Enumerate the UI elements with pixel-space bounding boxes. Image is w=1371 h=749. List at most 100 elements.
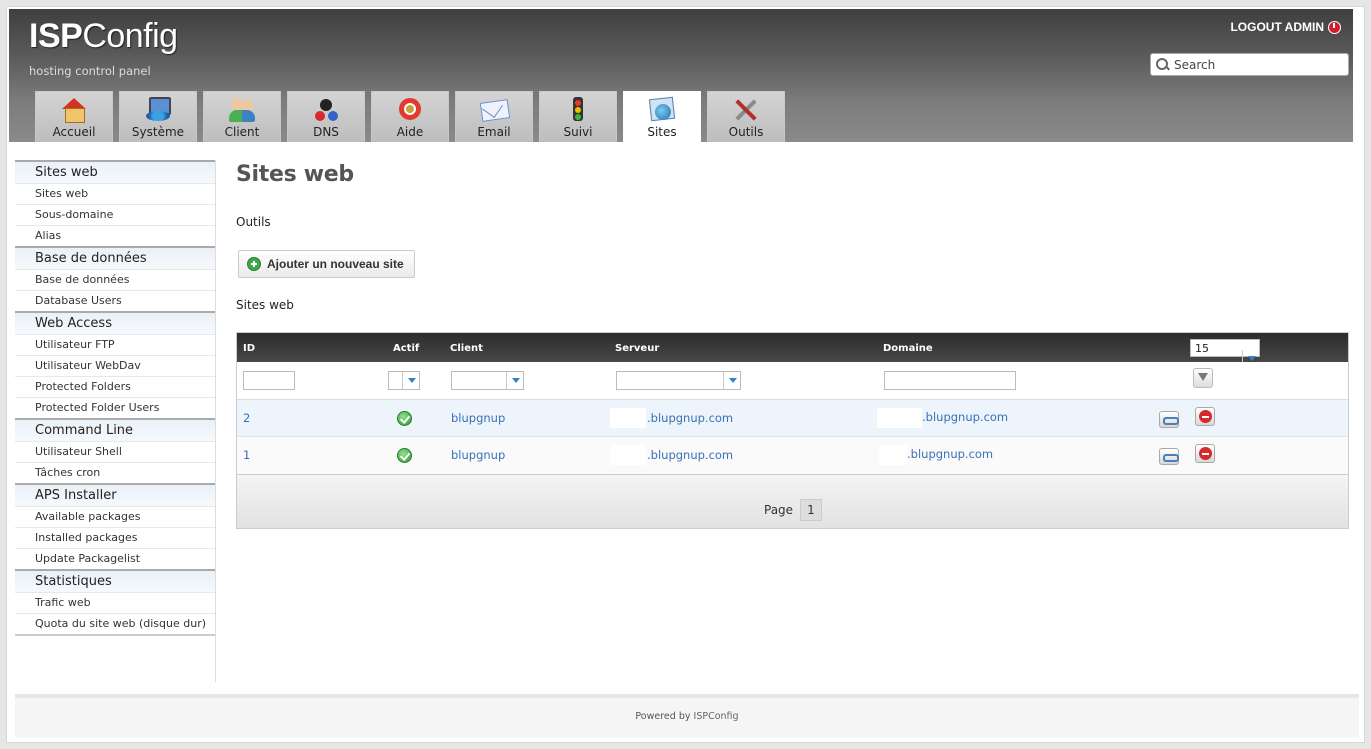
tab-label: Aide: [396, 125, 424, 139]
page-title: Sites web: [236, 162, 354, 187]
tab-systeme[interactable]: Système: [119, 91, 197, 142]
sidebar-item-utilisateur-webdav[interactable]: Utilisateur WebDav: [15, 355, 215, 376]
plus-icon: [247, 257, 261, 271]
sidebar-item-taches-cron[interactable]: Tâches cron: [15, 462, 215, 483]
help-icon: [395, 97, 425, 123]
row-domain[interactable]: .blupgnup.com: [922, 410, 1008, 424]
dns-icon: [311, 97, 341, 123]
tab-client[interactable]: Client: [203, 91, 281, 142]
logo: ISPConfig: [29, 17, 178, 55]
logout-label: LOGOUT ADMIN: [1230, 20, 1324, 34]
sidebar-item-quota[interactable]: Quota du site web (disque dur): [15, 613, 215, 634]
footer-link[interactable]: ISPConfig: [694, 711, 739, 722]
tab-outils[interactable]: Outils: [707, 91, 785, 142]
email-icon: [479, 97, 509, 123]
search-input[interactable]: [1174, 57, 1344, 72]
sidebar-item-available-packages[interactable]: Available packages: [15, 506, 215, 527]
sidebar-section-statistiques: Statistiques: [15, 569, 215, 592]
column-active[interactable]: Actif: [393, 343, 419, 354]
tab-accueil[interactable]: Accueil: [35, 91, 113, 142]
sidebar-item-sous-domaine[interactable]: Sous-domaine: [15, 204, 215, 225]
sidebar: Sites web Sites web Sous-domaine Alias B…: [15, 160, 216, 682]
power-icon: [1328, 20, 1341, 34]
tab-dns[interactable]: DNS: [287, 91, 365, 142]
redacted-block: [610, 445, 646, 465]
search-icon: [1155, 57, 1171, 73]
column-domain[interactable]: Domaine: [883, 343, 933, 354]
page-number-button[interactable]: 1: [800, 499, 822, 521]
page-label: Page: [764, 503, 794, 517]
redacted-block: [877, 408, 922, 428]
sidebar-item-sites-web[interactable]: Sites web: [15, 183, 215, 204]
client-icon: [227, 97, 257, 123]
sites-table: ID Actif Client Serveur Domaine 15 2 blu…: [236, 332, 1349, 529]
redacted-block: [610, 408, 646, 428]
tab-sites[interactable]: Sites: [623, 91, 701, 142]
logout-link[interactable]: LOGOUT ADMIN: [1230, 20, 1341, 34]
delete-icon[interactable]: [1195, 407, 1215, 426]
row-server[interactable]: .blupgnup.com: [647, 411, 733, 425]
table-header: ID Actif Client Serveur Domaine 15: [237, 333, 1348, 366]
tab-suivi[interactable]: Suivi: [539, 91, 617, 142]
tab-label: Email: [477, 125, 511, 139]
table-row[interactable]: 1 blupgnup .blupgnup.com .blupgnup.com: [237, 437, 1348, 474]
column-id[interactable]: ID: [243, 343, 255, 354]
domain-filter-input[interactable]: [884, 371, 1016, 390]
chevron-down-icon: [506, 372, 523, 389]
tools-icon: [731, 97, 761, 123]
sidebar-section-command-line: Command Line: [15, 418, 215, 441]
sidebar-item-utilisateur-shell[interactable]: Utilisateur Shell: [15, 441, 215, 462]
sidebar-item-utilisateur-ftp[interactable]: Utilisateur FTP: [15, 334, 215, 355]
chevron-down-icon: [402, 372, 419, 389]
id-filter-input[interactable]: [243, 371, 295, 390]
active-check-icon: [397, 448, 412, 463]
active-filter-select[interactable]: [388, 371, 420, 390]
server-filter-select[interactable]: [616, 371, 741, 390]
sidebar-item-trafic-web[interactable]: Trafic web: [15, 592, 215, 613]
sidebar-item-alias[interactable]: Alias: [15, 225, 215, 246]
column-client[interactable]: Client: [450, 343, 483, 354]
sidebar-item-update-packagelist[interactable]: Update Packagelist: [15, 548, 215, 569]
row-domain[interactable]: .blupgnup.com: [907, 447, 993, 461]
row-id[interactable]: 2: [243, 411, 250, 425]
pagination: Page 1: [237, 474, 1348, 528]
sidebar-item-protected-folder-users[interactable]: Protected Folder Users: [15, 397, 215, 418]
row-client[interactable]: blupgnup: [451, 448, 505, 462]
tab-aide[interactable]: Aide: [371, 91, 449, 142]
sidebar-section-web-access: Web Access: [15, 311, 215, 334]
active-check-icon: [397, 411, 412, 426]
sidebar-item-database-users[interactable]: Database Users: [15, 290, 215, 311]
filter-row: [237, 362, 1348, 400]
traffic-light-icon: [563, 97, 593, 123]
delete-icon[interactable]: [1195, 444, 1215, 463]
sidebar-item-base-de-donnees[interactable]: Base de données: [15, 269, 215, 290]
row-client[interactable]: blupgnup: [451, 411, 505, 425]
footer: Powered by ISPConfig: [15, 694, 1359, 738]
tab-label: DNS: [313, 125, 339, 139]
link-icon[interactable]: [1159, 411, 1179, 428]
main-tabs: Accueil Système Client DNS Aide Email Su…: [35, 91, 785, 142]
sidebar-divider: [215, 160, 216, 682]
page-size-value: 15: [1195, 342, 1209, 355]
add-site-button[interactable]: Ajouter un nouveau site: [238, 250, 415, 278]
sidebar-item-installed-packages[interactable]: Installed packages: [15, 527, 215, 548]
client-filter-select[interactable]: [451, 371, 524, 390]
column-server[interactable]: Serveur: [615, 343, 659, 354]
list-heading: Sites web: [236, 298, 294, 312]
powered-by-label: Powered by: [635, 711, 691, 722]
header: ISPConfig hosting control panel LOGOUT A…: [9, 9, 1353, 142]
tab-label: Outils: [728, 125, 764, 139]
system-icon: [143, 97, 173, 123]
filter-icon[interactable]: [1193, 368, 1213, 388]
sidebar-item-protected-folders[interactable]: Protected Folders: [15, 376, 215, 397]
tab-label: Sites: [647, 125, 677, 139]
tools-heading: Outils: [236, 215, 271, 229]
page-size-select[interactable]: 15: [1190, 339, 1260, 366]
tab-label: Système: [131, 125, 185, 139]
tab-email[interactable]: Email: [455, 91, 533, 142]
search-box[interactable]: [1150, 53, 1349, 76]
link-icon[interactable]: [1159, 448, 1179, 465]
row-server[interactable]: .blupgnup.com: [647, 448, 733, 462]
row-id[interactable]: 1: [243, 448, 250, 462]
table-row[interactable]: 2 blupgnup .blupgnup.com .blupgnup.com: [237, 400, 1348, 437]
